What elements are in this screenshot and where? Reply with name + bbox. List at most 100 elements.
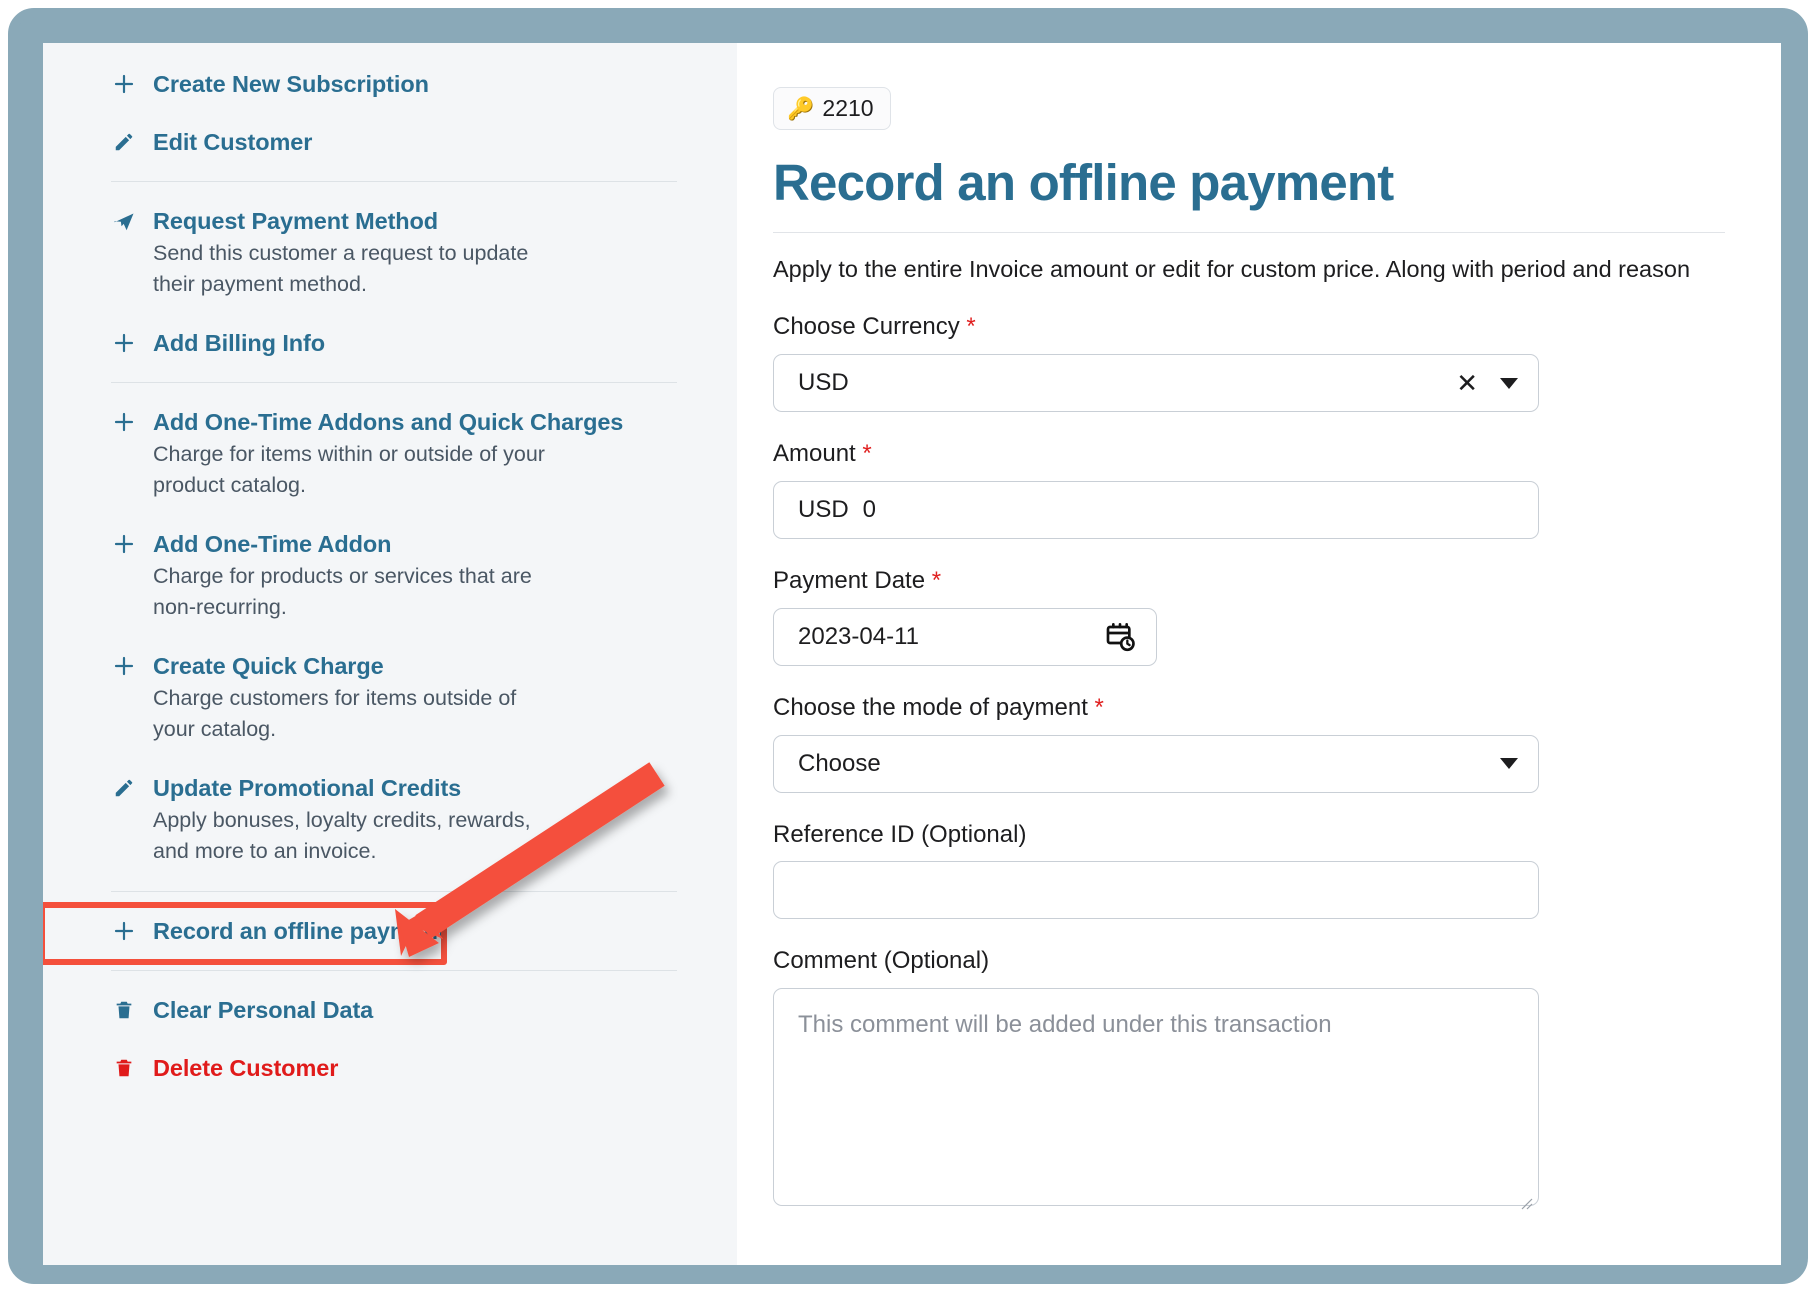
plus-icon [111, 916, 137, 946]
sidebar-item-body: Add One-Time Addons and Quick Charges Ch… [153, 407, 677, 501]
amount-label: Amount * [773, 440, 1725, 469]
sidebar-divider-4 [111, 970, 677, 971]
amount-currency-prefix: USD [798, 496, 849, 524]
sidebar-item-description: Apply bonuses, loyalty credits, rewards,… [153, 808, 531, 863]
sidebar-item-add-one-time-addon[interactable]: Add One-Time Addon Charge for products o… [111, 515, 677, 637]
reference-id-input[interactable] [773, 861, 1539, 920]
panel-description: Apply to the entire Invoice amount or ed… [773, 255, 1691, 282]
mode-of-payment-select[interactable]: Choose [773, 734, 1539, 793]
comment-label: Comment (Optional) [773, 947, 990, 975]
sidebar-divider-2 [111, 382, 677, 383]
key-icon: 🔑 [787, 95, 815, 121]
sidebar-item-body: Add Billing Info [153, 328, 677, 358]
field-comment: Comment (Optional) This comment will be … [773, 947, 1725, 1210]
plus-icon [111, 529, 137, 559]
sidebar-item-label: Add One-Time Addon [153, 531, 392, 557]
sidebar-item-body: Edit Customer [153, 127, 677, 157]
currency-label-text: Choose Currency [773, 313, 960, 341]
currency-controls: ✕ [1456, 370, 1518, 396]
sidebar-item-label: Add One-Time Addons and Quick Charges [153, 409, 624, 435]
sidebar-item-label: Clear Personal Data [153, 997, 374, 1023]
payment-date-input[interactable]: 2023-04-11 [773, 607, 1157, 666]
sidebar-item-label: Request Payment Method [153, 208, 439, 234]
sidebar-item-label: Record an offline payment [153, 918, 446, 944]
actions-sidebar: Create New Subscription Edit Customer Re… [43, 43, 737, 1265]
mode-of-payment-value: Choose [798, 749, 881, 777]
required-asterisk: * [862, 440, 872, 468]
sidebar-item-clear-personal-data[interactable]: Clear Personal Data [111, 981, 677, 1039]
sidebar-item-body: Create New Subscription [153, 69, 677, 99]
field-payment-date: Payment Date * 2023-04-11 [773, 567, 1725, 666]
amount-label-text: Amount [773, 440, 856, 468]
send-icon [111, 206, 137, 236]
sidebar-item-body: Clear Personal Data [153, 995, 677, 1025]
sidebar-item-body: Delete Customer [153, 1053, 677, 1083]
sidebar-item-body: Request Payment Method Send this custome… [153, 206, 677, 300]
trash-icon [111, 995, 137, 1025]
payment-date-label-text: Payment Date [773, 567, 926, 595]
payment-date-value: 2023-04-11 [798, 622, 919, 650]
field-reference-id: Reference ID (Optional) [773, 821, 1725, 920]
sidebar-item-description: Send this customer a request to update t… [153, 241, 529, 296]
reference-id-label: Reference ID (Optional) [773, 820, 1027, 848]
comment-placeholder: This comment will be added under this tr… [798, 1011, 1332, 1039]
currency-select[interactable]: USD ✕ [773, 354, 1539, 413]
sidebar-item-label: Edit Customer [153, 129, 313, 155]
sidebar-item-create-quick-charge[interactable]: Create Quick Charge Charge customers for… [111, 637, 677, 759]
comment-textarea[interactable]: This comment will be added under this tr… [773, 988, 1539, 1210]
highlighted-action-wrapper: Record an offline payment [43, 902, 677, 965]
sidebar-divider-1 [111, 181, 677, 182]
offline-payment-panel: 🔑 2210 Record an offline payment Apply t… [737, 43, 1781, 1265]
screenshot-root: Create New Subscription Edit Customer Re… [0, 0, 1816, 1292]
sidebar-item-body: Create Quick Charge Charge customers for… [153, 651, 677, 745]
amount-input[interactable]: USD 0 [773, 481, 1539, 540]
close-icon[interactable]: ✕ [1456, 370, 1478, 396]
payment-date-label: Payment Date * [773, 567, 1725, 596]
sidebar-item-description: Charge for products or services that are… [153, 564, 532, 619]
sidebar-item-create-new-subscription[interactable]: Create New Subscription [111, 55, 677, 113]
field-choose-currency: Choose Currency * USD ✕ [773, 313, 1725, 413]
sidebar-item-add-one-time-addons-and-quick-charges[interactable]: Add One-Time Addons and Quick Charges Ch… [111, 393, 677, 515]
sidebar-item-body: Add One-Time Addon Charge for products o… [153, 529, 677, 623]
title-divider [773, 231, 1725, 233]
resize-handle-icon[interactable] [1519, 1187, 1533, 1210]
required-asterisk: * [966, 313, 976, 341]
sidebar-item-label: Create Quick Charge [153, 653, 384, 679]
trash-icon [111, 1053, 137, 1083]
sidebar-item-delete-customer[interactable]: Delete Customer [111, 1039, 677, 1097]
status-badge: 🔑 2210 [773, 87, 891, 130]
sidebar-item-add-billing-info[interactable]: Add Billing Info [111, 314, 677, 372]
sidebar-item-description: Charge for items within or outside of yo… [153, 442, 545, 497]
calendar-clock-icon[interactable] [1104, 621, 1136, 653]
sidebar-item-label: Create New Subscription [153, 71, 429, 97]
sidebar-item-update-promotional-credits[interactable]: Update Promotional Credits Apply bonuses… [111, 759, 677, 881]
pencil-icon [111, 127, 137, 157]
browser-frame: Create New Subscription Edit Customer Re… [8, 8, 1808, 1284]
chevron-down-icon[interactable] [1500, 377, 1518, 389]
amount-value: 0 [862, 496, 877, 524]
chevron-down-icon[interactable] [1500, 758, 1518, 770]
sidebar-item-label: Delete Customer [153, 1055, 339, 1081]
sidebar-item-edit-customer[interactable]: Edit Customer [111, 113, 677, 171]
sidebar-item-body: Record an offline payment [153, 916, 677, 946]
mode-of-payment-label-text: Choose the mode of payment [773, 693, 1088, 721]
plus-icon [111, 328, 137, 358]
field-mode-of-payment: Choose the mode of payment * Choose [773, 694, 1725, 793]
app-content: Create New Subscription Edit Customer Re… [43, 43, 1781, 1265]
sidebar-item-record-an-offline-payment[interactable]: Record an offline payment [111, 902, 677, 960]
required-asterisk: * [931, 567, 942, 595]
sidebar-item-label: Add Billing Info [153, 330, 325, 356]
sidebar-item-label: Update Promotional Credits [153, 775, 462, 801]
field-amount: Amount * USD 0 [773, 440, 1725, 540]
plus-icon [111, 69, 137, 99]
sidebar-list: Create New Subscription Edit Customer Re… [43, 55, 737, 1097]
currency-label: Choose Currency * [773, 313, 1725, 342]
required-asterisk: * [1094, 693, 1104, 721]
pencil-icon [111, 773, 137, 803]
sidebar-divider-3 [111, 891, 677, 892]
plus-icon [111, 651, 137, 681]
badge-value: 2210 [822, 95, 874, 121]
sidebar-item-request-payment-method[interactable]: Request Payment Method Send this custome… [111, 192, 677, 314]
sidebar-item-description: Charge customers for items outside of yo… [153, 686, 517, 741]
currency-value: USD [798, 369, 849, 397]
